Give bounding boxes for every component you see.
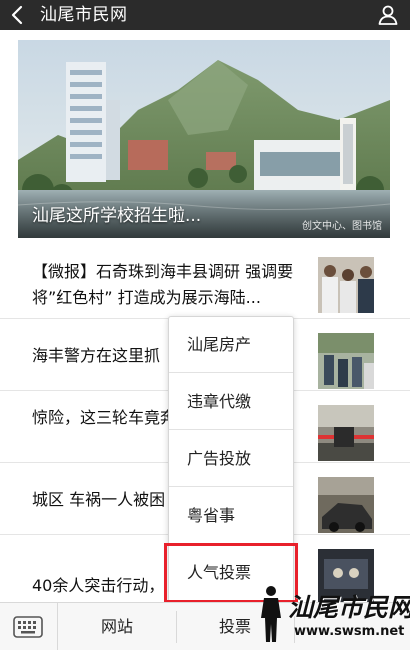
chevron-left-icon[interactable] xyxy=(6,3,30,27)
top-bar: 汕尾市民网 xyxy=(0,0,410,30)
news-thumbnail xyxy=(318,405,374,461)
menu-item-yue-sheng-shi[interactable]: 粤省事 xyxy=(169,488,293,544)
news-thumbnail xyxy=(318,333,374,389)
news-item[interactable]: 【微报】石奇珠到海丰县调研 强调要将”红色村” 打造成为展示海陆... xyxy=(0,243,410,319)
logo-brand-text: 汕尾市民网 xyxy=(288,593,410,622)
menu-item-advertising[interactable]: 广告投放 xyxy=(169,431,293,487)
news-thumbnail xyxy=(318,257,374,313)
news-title: 【微报】石奇珠到海丰县调研 强调要将”红色村” 打造成为展示海陆... xyxy=(32,262,294,307)
keyboard-icon xyxy=(13,616,43,638)
menu-item-traffic-fines[interactable]: 违章代缴 xyxy=(169,374,293,430)
banner-watermark: 创文中心、图书馆 xyxy=(302,221,382,232)
news-thumbnail xyxy=(318,477,374,533)
silhouette-figure xyxy=(261,586,281,642)
banner-image[interactable]: 汕尾这所学校招生啦... 创文中心、图书馆 xyxy=(18,40,390,238)
tab-website[interactable]: 网站 xyxy=(58,603,176,650)
menu-item-real-estate[interactable]: 汕尾房产 xyxy=(169,317,293,373)
person-icon[interactable] xyxy=(376,3,400,27)
keyboard-toggle[interactable] xyxy=(0,603,58,650)
banner-caption: 汕尾这所学校招生啦... xyxy=(32,206,202,226)
logo-url-text: www.swsm.net xyxy=(294,624,405,639)
site-watermark-logo: 汕尾市民网 www.swsm.net xyxy=(248,584,410,650)
page-title: 汕尾市民网 xyxy=(40,5,128,25)
